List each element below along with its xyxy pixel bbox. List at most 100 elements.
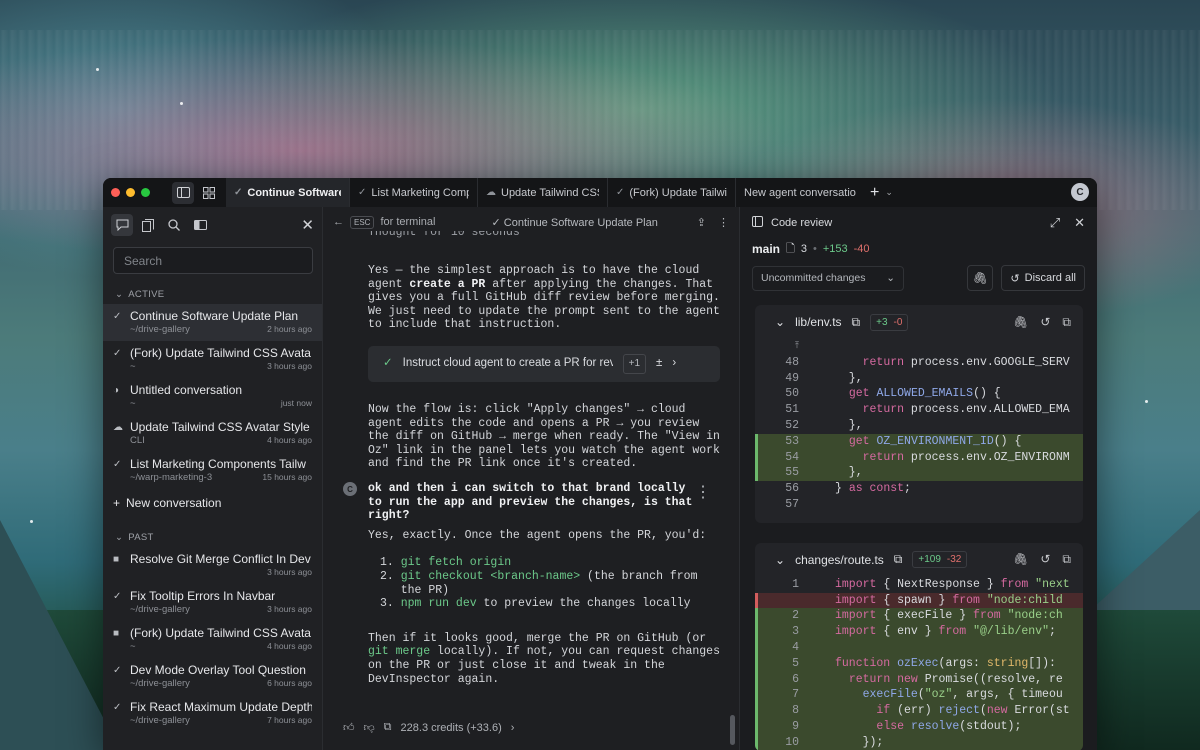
code-line: 8 if (err) reject(new Error(st [755,703,1083,719]
conversation-path: ~ [130,641,136,652]
new-conversation-button[interactable]: + New conversation [103,489,322,517]
chevron-down-icon[interactable]: ⌄ [775,553,785,567]
maximize-window-button[interactable] [141,188,150,197]
search-icon[interactable] [163,214,185,236]
close-icon[interactable]: ✕ [301,216,314,234]
agent-instruction-card[interactable]: ✓ Instruct cloud agent to create a PR fo… [368,345,720,382]
line-number: 9 [792,719,799,733]
past-section-header[interactable]: ⌄ PAST [103,517,322,547]
new-conversation-label: New conversation [126,496,222,510]
more-options-icon[interactable]: ⋮ [695,482,711,502]
sidebar-toggle-icon[interactable] [172,181,194,204]
list-item[interactable]: ✓ List Marketing Components Tailw ~/warp… [103,452,322,489]
conversation-path: ~/drive-gallery [130,324,190,335]
tab-continue-software[interactable]: ✓ Continue Software U [226,178,350,207]
tab-list-marketing[interactable]: ✓ List Marketing Comp [350,178,478,207]
code-line: 52 }, [755,418,1083,434]
scrollbar[interactable] [730,715,735,745]
close-window-button[interactable] [111,188,120,197]
conversation-time: 3 hours ago [267,361,312,371]
grid-view-icon[interactable] [198,182,220,204]
attach-button[interactable]: 🖇︎ [967,265,994,291]
diff-file-card: ⌄ changes/route.ts ⧉ +109 -32 🖇︎ ↺ ⧉ 1 import { N… [755,542,1083,750]
para3-start: Then if it looks good, merge the PR on G… [368,631,714,645]
chevron-down-icon: ⌄ [886,272,895,284]
line-number: 51 [785,403,799,417]
minimize-window-button[interactable] [126,188,135,197]
square-icon: ■ [113,554,120,565]
assistant-message: Thought for 10 seconds Yes — the simples… [368,207,723,471]
search-input[interactable] [113,247,313,274]
list-item[interactable]: ✓ Continue Software Update Plan ~/drive-… [103,304,322,341]
copy-icon[interactable] [137,214,159,236]
conversation-path: CLI [130,435,145,446]
line-number: 2 [792,609,799,623]
expand-icon[interactable]: ⤢ [1050,215,1060,231]
close-icon[interactable]: ✕ [1074,215,1085,231]
copy-icon[interactable]: ⧉ [852,315,861,330]
chevron-right-icon[interactable]: › [511,722,515,734]
line-number: 52 [785,418,799,432]
discard-all-button[interactable]: ↺ Discard all [1001,265,1085,291]
undo-icon[interactable]: ↺ [1040,315,1050,330]
app-window: ✓ Continue Software U ✓ List Marketing C… [103,178,1097,750]
list-item[interactable]: ■ (Fork) Update Tailwind CSS Avata ~4 ho… [103,621,322,658]
line-number: 49 [785,371,799,385]
conversation-path: ~/drive-gallery [130,604,190,615]
expand-context-row[interactable]: ⤒ [755,339,1083,355]
list-item[interactable]: ✓ (Fork) Update Tailwind CSS Avata ~3 ho… [103,341,322,378]
paperclip-icon[interactable]: 🖇︎ [1013,315,1028,330]
steps-list: 1. git fetch origin 2. git checkout <bra… [380,556,723,610]
tab-new-agent[interactable]: New agent conversation [736,178,864,207]
list-item[interactable]: ✓ Fix React Maximum Update Depth ~/drive… [103,695,322,732]
tab-bar: ✓ Continue Software U ✓ List Marketing C… [226,178,893,207]
chevron-right-icon[interactable]: › [672,357,676,371]
line-number: 1 [792,577,799,591]
copy-icon[interactable]: ⧉ [894,552,903,567]
open-external-icon[interactable]: ⧉ [1062,315,1071,330]
chevron-down-icon[interactable]: ⌄ [775,315,785,329]
line-number: 55 [785,466,799,480]
open-external-icon[interactable]: ⧉ [1062,552,1071,567]
list-item: 2. git checkout <branch-name> (the branc… [380,570,723,597]
line-number: 53 [785,434,799,448]
expand-icon[interactable]: ± [656,357,662,371]
mountain-left [0,520,120,750]
code-text: else resolve(stdout); [876,719,1022,733]
diff-file-header[interactable]: ⌄ lib/env.ts ⧉ +3 -0 🖇︎ ↺ ⧉ [755,305,1083,339]
chevron-down-icon[interactable]: ⌄ [885,187,893,198]
para1-emphasis: create a PR [409,277,486,291]
list-item[interactable]: ◑ Untitled conversation ~ just now [103,378,322,415]
line-number: 56 [785,482,799,496]
back-arrow-icon[interactable]: ← [333,216,344,228]
toggle-icon[interactable] [189,214,211,236]
tab-fork-update[interactable]: ✓ (Fork) Update Tailwi [608,178,736,207]
list-item[interactable]: ✓ Dev Mode Overlay Tool Question ~/drive… [103,658,322,695]
changes-dropdown[interactable]: Uncommitted changes ⌄ [752,265,904,291]
code-line: 4 [755,639,1083,656]
code-text: }); [835,735,884,749]
code-text: } as const; [835,482,911,496]
code-text: return process.env.ALLOWED_EMA [862,403,1070,417]
avatar[interactable]: C [1071,183,1089,201]
expand-up-icon[interactable]: ⤒ [755,339,803,355]
paperclip-icon[interactable]: 🖇︎ [1013,552,1028,567]
thumbs-down-icon[interactable]: 👎︎ [364,721,375,734]
credits-label[interactable]: 228.3 credits (+33.6) [401,722,502,734]
thumbs-up-icon[interactable]: 👍︎ [343,721,355,734]
tab-update-tailwind[interactable]: ☁ Update Tailwind CSS [478,178,608,207]
new-tab-button[interactable]: + [864,184,885,202]
list-item[interactable]: ■ Resolve Git Merge Conflict In Dev 3 ho… [103,547,322,584]
code-line: 9 else resolve(stdout); [755,718,1083,735]
diff-file-header[interactable]: ⌄ changes/route.ts ⧉ +109 -32 🖇︎ ↺ ⧉ [755,543,1083,577]
conversation-time: 3 hours ago [267,604,312,614]
active-section-header[interactable]: ⌄ ACTIVE [103,274,322,304]
list-item[interactable]: ☁ Update Tailwind CSS Avatar Style CLI 4 … [103,415,322,452]
undo-icon[interactable]: ↺ [1040,552,1050,567]
list-item[interactable]: ✓ Fix Tooltip Errors In Navbar ~/drive-g… [103,584,322,621]
step-code: git checkout <branch-name> [400,569,581,583]
copy-icon[interactable]: ⧉ [384,721,392,734]
chat-icon[interactable] [111,214,133,236]
